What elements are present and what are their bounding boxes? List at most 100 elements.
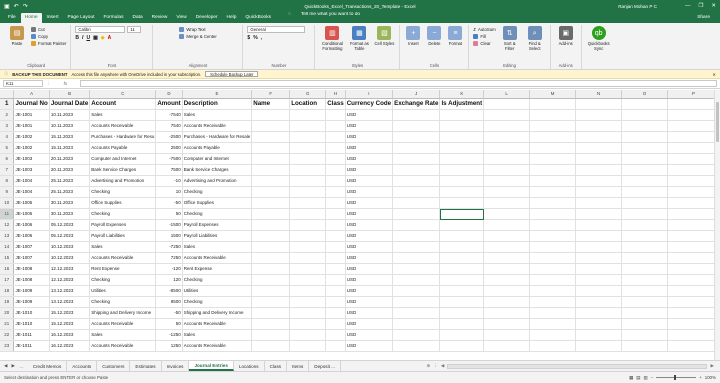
cell[interactable]: 1500 [155,230,183,242]
cell[interactable]: Payroll Expenses [182,219,253,231]
cell[interactable]: USD [345,109,394,121]
cell[interactable] [289,186,327,198]
cell[interactable] [289,175,327,187]
cell[interactable] [575,285,623,297]
cell[interactable] [325,230,346,242]
cell[interactable]: USD [345,274,394,286]
cell[interactable] [439,120,485,132]
cell[interactable] [483,307,531,319]
cell[interactable] [325,263,346,275]
row-header[interactable]: 5 [0,142,15,154]
cell[interactable] [621,340,668,352]
header-cell[interactable]: Account [89,98,157,110]
column-header-j[interactable]: J [392,90,441,99]
row-header[interactable]: 23 [0,340,15,352]
cell[interactable] [529,285,577,297]
cell[interactable]: JE-1011 [13,340,50,352]
cell[interactable]: USD [345,142,394,154]
copy-button[interactable]: Copy [31,34,66,39]
cell[interactable]: 7500 [155,164,183,176]
header-cell[interactable]: Is Adjustment [439,98,485,110]
cell[interactable]: USD [345,208,394,220]
cell[interactable]: 20.11.2023 [49,153,91,165]
cell[interactable] [439,307,485,319]
zoom-thumb[interactable] [674,375,677,380]
cell[interactable]: USD [345,241,394,253]
cell[interactable] [667,109,720,121]
vertical-scrollbar[interactable] [714,90,720,360]
share-button[interactable]: Share [693,13,714,23]
cell[interactable] [529,197,577,209]
cell[interactable]: Sales [89,329,157,341]
sheet-tab-customers[interactable]: Customers [97,361,131,371]
cell[interactable] [439,296,485,308]
cell[interactable] [667,285,720,297]
header-cell[interactable] [667,98,720,110]
row-header[interactable]: 8 [0,175,15,187]
cell[interactable] [667,263,720,275]
cell[interactable] [667,175,720,187]
cell[interactable] [325,252,346,264]
cell[interactable] [439,164,485,176]
cell[interactable] [529,153,577,165]
cell[interactable]: USD [345,252,394,264]
cell[interactable]: 13.12.2023 [49,296,91,308]
row-header[interactable]: 22 [0,329,15,341]
cell[interactable] [439,274,485,286]
cell[interactable] [251,296,291,308]
cell[interactable]: Computer and Internet [89,153,157,165]
cell[interactable]: Checking [182,274,253,286]
cell[interactable] [621,296,668,308]
cell[interactable]: USD [345,186,394,198]
cell[interactable] [529,186,577,198]
row-header[interactable]: 2 [0,109,15,121]
cell[interactable]: USD [345,296,394,308]
cell[interactable] [483,142,531,154]
header-cell[interactable]: Description [182,98,253,110]
cell[interactable]: 30.11.2023 [49,197,91,209]
cell[interactable]: Accounts Receivable [89,120,157,132]
cell[interactable] [392,307,441,319]
fill-button[interactable]: Fill [473,34,495,39]
cell[interactable]: -120 [155,263,183,275]
cell[interactable] [621,274,668,286]
number-format-select[interactable]: General [247,26,306,33]
cell[interactable] [529,241,577,253]
cell[interactable]: 120 [155,274,183,286]
cell[interactable] [289,340,327,352]
cell[interactable] [529,120,577,132]
conditional-formatting-button[interactable]: ▥ Conditional Formatting [319,26,345,62]
scroll-right-icon[interactable]: ▶ [710,363,714,369]
sheet-tab-journal-entries[interactable]: Journal Entries [189,361,234,371]
cell[interactable] [621,164,668,176]
column-header-c[interactable]: C [89,90,157,99]
cell[interactable] [667,142,720,154]
cell[interactable]: USD [345,120,394,132]
sheet-tab-invoices[interactable]: Invoices [162,361,190,371]
tab-home[interactable]: Home [20,13,42,23]
cell[interactable]: -7500 [155,153,183,165]
cell[interactable] [392,318,441,330]
cell[interactable]: 15.12.2023 [49,318,91,330]
cell[interactable]: Sales [182,109,253,121]
cell[interactable]: 15.12.2023 [49,307,91,319]
column-header-k[interactable]: K [439,90,485,99]
cell[interactable]: USD [345,230,394,242]
cell[interactable] [392,274,441,286]
cell[interactable] [667,274,720,286]
header-cell[interactable]: Currency Code [345,98,394,110]
cell[interactable] [621,153,668,165]
cell[interactable] [439,318,485,330]
cut-button[interactable]: Cut [31,27,66,32]
cell[interactable] [529,329,577,341]
cell[interactable] [392,296,441,308]
cell[interactable] [483,120,531,132]
cell[interactable] [483,274,531,286]
tab-review[interactable]: Review [148,13,172,23]
cell[interactable] [575,153,623,165]
cell[interactable]: JE-1010 [13,307,50,319]
column-header-g[interactable]: G [289,90,327,99]
cell[interactable] [667,252,720,264]
row-header[interactable]: 1 [0,98,15,110]
cell[interactable]: -50 [155,197,183,209]
